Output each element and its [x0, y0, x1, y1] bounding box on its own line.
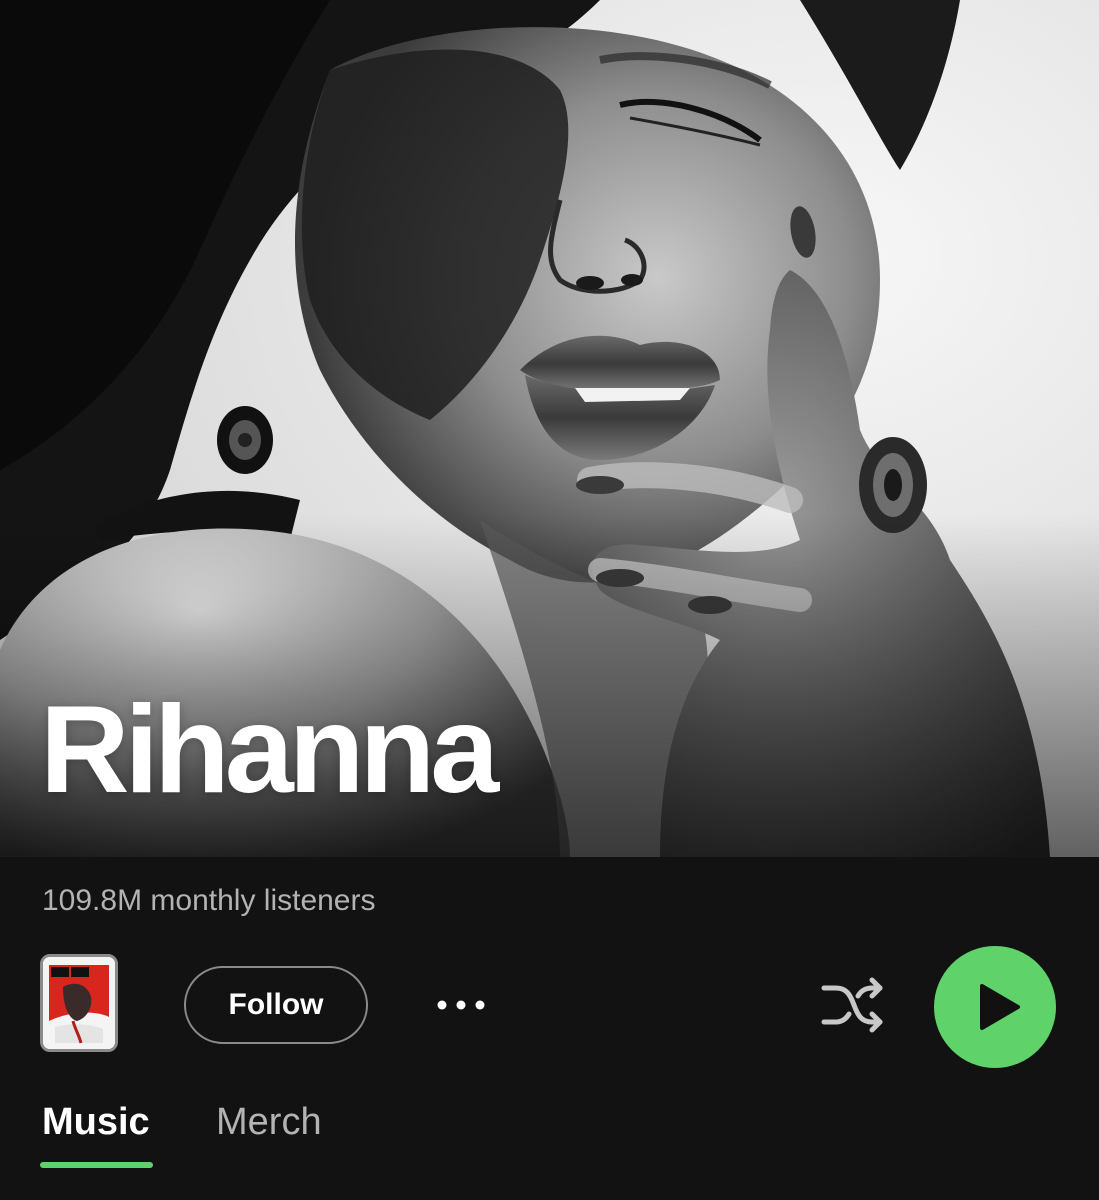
shuffle-button[interactable]	[818, 972, 888, 1038]
follow-button[interactable]: Follow	[184, 966, 368, 1044]
play-button[interactable]	[934, 946, 1056, 1068]
more-horizontal-icon	[437, 1000, 485, 1010]
play-icon	[980, 984, 1020, 1030]
active-tab-indicator	[40, 1162, 153, 1168]
tab-music[interactable]: Music	[42, 1100, 150, 1144]
shuffle-icon	[821, 977, 883, 1033]
artist-name: Rihanna	[40, 681, 499, 819]
latest-release-thumbnail[interactable]	[40, 954, 118, 1052]
album-art	[43, 957, 115, 1049]
more-options-button[interactable]	[428, 980, 494, 1030]
artist-hero: Rihanna	[0, 0, 1099, 857]
tab-merch[interactable]: Merch	[216, 1100, 322, 1144]
monthly-listeners: 109.8M monthly listeners	[42, 884, 376, 917]
